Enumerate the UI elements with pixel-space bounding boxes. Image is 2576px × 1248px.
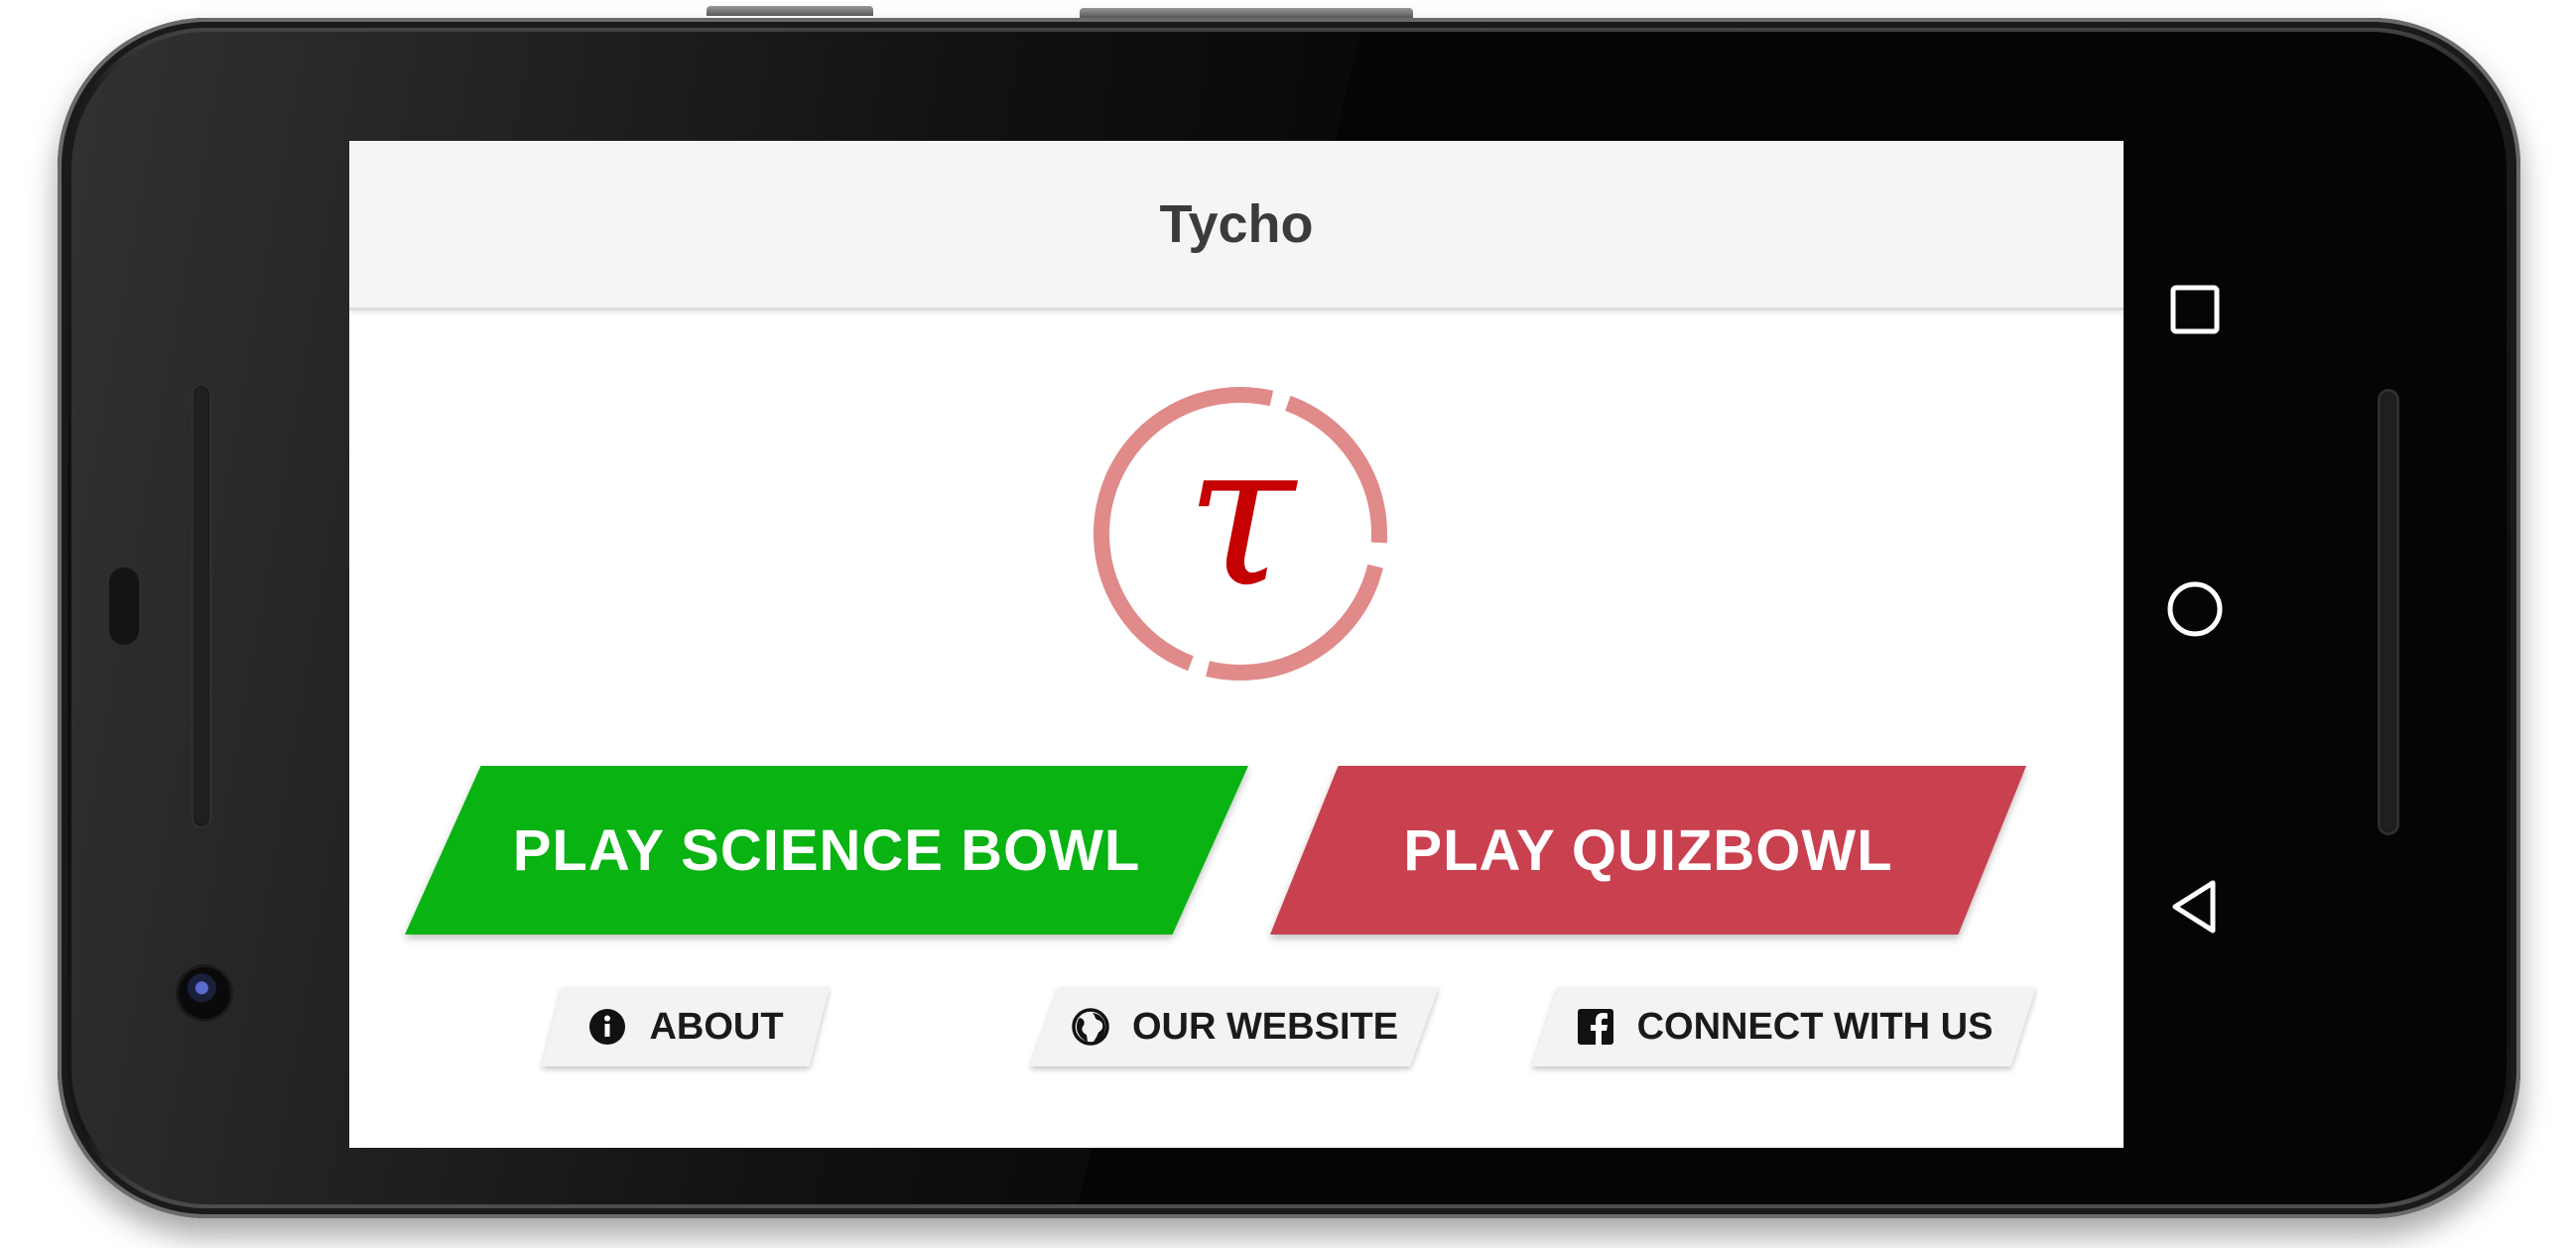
about-button[interactable]: ABOUT <box>542 987 830 1066</box>
home-circle-icon[interactable] <box>2163 577 2227 641</box>
about-label: ABOUT <box>649 1005 784 1048</box>
device-stage: Tycho τ PLAY SCIENCE BOWL PLAY QUIZBOWL <box>0 0 2576 1248</box>
play-quizbowl-button[interactable]: PLAY QUIZBOWL <box>1270 766 2026 935</box>
play-science-bowl-button[interactable]: PLAY SCIENCE BOWL <box>405 766 1248 935</box>
button-label: PLAY QUIZBOWL <box>1403 817 1893 883</box>
facebook-icon <box>1577 1009 1613 1045</box>
power-button <box>1080 8 1413 18</box>
app-bar: Tycho <box>349 141 2124 311</box>
website-label: OUR WEBSITE <box>1131 1005 1399 1048</box>
connect-label: CONNECT WITH US <box>1636 1005 1994 1048</box>
app-screen: Tycho τ PLAY SCIENCE BOWL PLAY QUIZBOWL <box>349 141 2124 1148</box>
left-speaker-grille <box>191 383 212 829</box>
connect-with-us-button[interactable]: CONNECT WITH US <box>1532 987 2036 1066</box>
our-website-button[interactable]: OUR WEBSITE <box>1030 987 1439 1066</box>
volume-button <box>707 6 873 16</box>
globe-icon <box>1072 1008 1109 1046</box>
right-speaker-grille <box>2378 389 2399 835</box>
tau-glyph: τ <box>1186 400 1299 631</box>
proximity-sensor <box>109 567 139 645</box>
app-title: Tycho <box>1159 194 1314 254</box>
back-triangle-icon[interactable] <box>2163 875 2227 938</box>
info-icon <box>589 1009 626 1045</box>
recents-square-icon[interactable] <box>2163 278 2227 341</box>
front-camera <box>179 967 230 1019</box>
button-label: PLAY SCIENCE BOWL <box>512 817 1141 883</box>
tycho-logo-icon: τ <box>1094 387 1387 681</box>
